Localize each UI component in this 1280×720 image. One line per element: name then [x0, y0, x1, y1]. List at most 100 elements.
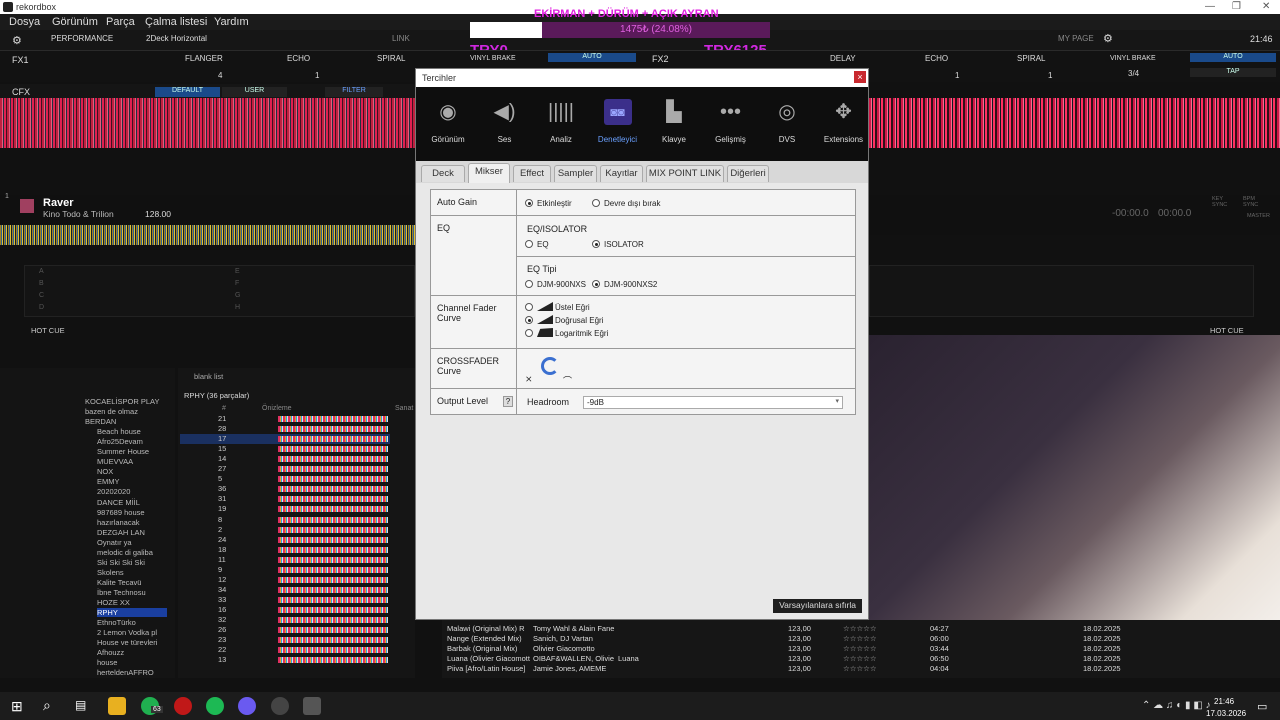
track-preview-waveform[interactable] [278, 486, 388, 493]
table-row[interactable]: 9 [180, 565, 390, 575]
tab-effect[interactable]: Effect [513, 165, 551, 182]
pad-e[interactable]: E [235, 268, 240, 275]
tab-mix-point-link[interactable]: MIX POINT LINK [646, 165, 724, 182]
deck1-zoom-waveform[interactable] [0, 98, 415, 148]
taskbar-time[interactable]: 21:46 [1214, 697, 1234, 706]
track-preview-waveform[interactable] [278, 426, 388, 433]
table-row[interactable]: 36 [180, 484, 390, 494]
fader-exp-label[interactable]: Üstel Eğri [555, 303, 590, 312]
table-row[interactable]: 32 [180, 615, 390, 625]
deck1-hotcue-pads[interactable]: A B C D E F G H [24, 265, 415, 317]
track-preview-waveform[interactable] [278, 566, 388, 573]
col-preview[interactable]: Önizleme [262, 405, 292, 412]
category-eye[interactable]: ◉ Görünüm [418, 87, 478, 161]
category-extensions[interactable]: ✥ Extensions [814, 87, 874, 161]
track-preview-waveform[interactable] [278, 657, 388, 664]
settings-gear-icon[interactable]: ⚙ [12, 34, 22, 47]
isolator-radio[interactable] [592, 240, 600, 248]
deck2-master[interactable]: MASTER [1247, 213, 1270, 219]
sidebar-playlist-item[interactable]: Summer House [97, 447, 149, 456]
minimize-icon[interactable]: — [1205, 1, 1215, 12]
table-row[interactable]: 31 [180, 494, 390, 504]
notification-icon[interactable]: ▭ [1257, 700, 1267, 713]
fx2-effect-4[interactable]: VINYL BRAKE [1110, 55, 1156, 62]
fader-linear-label[interactable]: Doğrusal Eğri [555, 316, 603, 325]
deck2-hotcue-pads[interactable] [869, 265, 1254, 317]
auto-gain-enable-label[interactable]: Etkinleştir [537, 199, 572, 208]
track-preview-waveform[interactable] [278, 446, 388, 453]
category-speaker[interactable]: ◀) Ses [475, 87, 535, 161]
sidebar-playlist-item[interactable]: MUEVVAA [97, 457, 133, 466]
track-preview-waveform[interactable] [278, 536, 388, 543]
track-preview-waveform[interactable] [278, 556, 388, 563]
fx2-tap-button[interactable]: TAP [1190, 68, 1276, 77]
table-row[interactable]: 23 [180, 635, 390, 645]
table-row[interactable]: 16 [180, 605, 390, 615]
auto-gain-enable-radio[interactable] [525, 199, 533, 207]
sidebar-playlist-item[interactable]: HOZE XX [97, 598, 130, 607]
rating-stars-icon[interactable]: ☆☆☆☆☆ [843, 664, 877, 674]
category-controller[interactable]: ◙◙ Denetleyici [588, 87, 648, 161]
maximize-icon[interactable]: ❐ [1232, 1, 1241, 12]
pad-g[interactable]: G [235, 292, 240, 299]
spotify-icon[interactable] [206, 697, 224, 715]
table-row[interactable]: 12 [180, 575, 390, 585]
track-preview-waveform[interactable] [278, 496, 388, 503]
gear-icon[interactable]: ⚙ [1103, 32, 1113, 45]
track-preview-waveform[interactable] [278, 516, 388, 523]
layout-selector[interactable]: 2Deck Horizontal [146, 34, 207, 43]
category-keyboard[interactable]: ▙ Klavye [644, 87, 704, 161]
track-preview-waveform[interactable] [278, 506, 388, 513]
table-row[interactable]: 14 [180, 454, 390, 464]
table-row[interactable]: 19 [180, 504, 390, 514]
fx1-effect-4[interactable]: VINYL BRAKE [470, 55, 516, 62]
sidebar-playlist-item[interactable]: EthnoTürko [97, 618, 136, 627]
cfx-filter-button[interactable]: FILTER [325, 87, 383, 97]
sidebar-playlist-item[interactable]: hazırlanacak [97, 518, 140, 527]
table-row[interactable]: 2 [180, 525, 390, 535]
task-view-icon[interactable]: ▤ [75, 698, 86, 712]
sidebar-playlist-item[interactable]: RPHY [97, 608, 167, 618]
my-page-button[interactable]: MY PAGE [1058, 34, 1094, 43]
fx2-effect-3[interactable]: SPIRAL [1017, 54, 1045, 63]
opera-icon[interactable] [174, 697, 192, 715]
track-preview-waveform[interactable] [278, 637, 388, 644]
mode-selector[interactable]: PERFORMANCE [51, 34, 113, 43]
track-preview-waveform[interactable] [278, 576, 388, 583]
table-row[interactable]: 21 [180, 414, 390, 424]
fx2-auto-button[interactable]: AUTO [1190, 53, 1276, 62]
track-preview-waveform[interactable] [278, 546, 388, 553]
tab-deck[interactable]: Deck [421, 165, 465, 182]
sidebar-playlist-item[interactable]: bazen de olmaz [85, 407, 138, 416]
track-preview-waveform[interactable] [278, 476, 388, 483]
col-number[interactable]: # [222, 405, 226, 412]
sidebar-playlist-item[interactable]: Beach house [97, 427, 141, 436]
pad-h[interactable]: H [235, 304, 240, 311]
menu-gorunum[interactable]: Görünüm [52, 16, 98, 28]
sidebar-playlist-item[interactable]: Afhouzz [97, 648, 124, 657]
reset-defaults-button[interactable]: Varsayılanlara sıfırla [773, 599, 862, 613]
table-row[interactable]: 28 [180, 424, 390, 434]
menu-yardim[interactable]: Yardım [214, 16, 249, 28]
isolator-option-label[interactable]: ISOLATOR [604, 240, 644, 249]
table-row[interactable]: 33 [180, 595, 390, 605]
menu-calma-listesi[interactable]: Çalma listesi [145, 16, 207, 28]
table-row[interactable]: 27 [180, 464, 390, 474]
rating-stars-icon[interactable]: ☆☆☆☆☆ [843, 624, 877, 634]
table-row[interactable]: 18 [180, 545, 390, 555]
track-preview-waveform[interactable] [278, 617, 388, 623]
obs-icon[interactable] [271, 697, 289, 715]
pad-d[interactable]: D [39, 304, 44, 311]
fader-log-label[interactable]: Logaritmik Eğri [555, 329, 608, 338]
eq-radio[interactable] [525, 240, 533, 248]
link-button[interactable]: LINK [392, 34, 410, 43]
fx1-effect-1[interactable]: FLANGER [185, 54, 223, 63]
dialog-close-button[interactable]: × [854, 71, 866, 83]
pad-a[interactable]: A [39, 268, 44, 275]
table-row[interactable]: 13 [180, 655, 390, 665]
sidebar-playlist-item[interactable]: Kalite Tecavü [97, 578, 141, 587]
rekordbox-taskbar-icon[interactable] [303, 697, 321, 715]
pad-c[interactable]: C [39, 292, 44, 299]
track-preview-waveform[interactable] [278, 627, 388, 634]
fader-linear-radio[interactable] [525, 316, 533, 324]
